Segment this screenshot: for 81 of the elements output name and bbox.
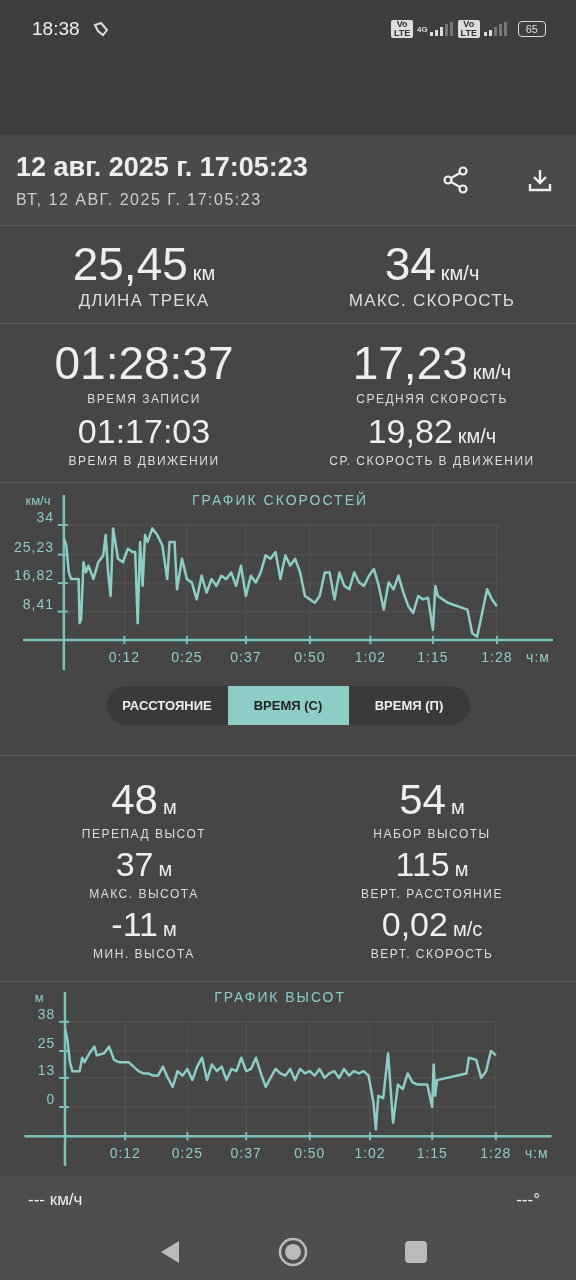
y-tick-label: 38 [37,1005,56,1022]
current-heading: ---° [516,1190,540,1210]
x-tick-label: 1:02 [354,649,387,665]
x-tick-label: 0:12 [108,649,140,665]
network-type: 4G [417,24,428,34]
track-subtitle: ВТ, 12 АВГ. 2025 Г. 17:05:23 [16,190,263,209]
y-tick-label: 0 [46,1091,56,1108]
mode-tab[interactable]: РАССТОЯНИЕ [106,686,228,725]
track-title: 12 авг. 2025 г. 17:05:23 [16,151,309,183]
y-tick-label: 25,23 [13,538,54,555]
home-icon[interactable] [278,1237,308,1267]
volte-badge: Vo LTE [391,20,414,38]
y-tick-label: 8,41 [22,595,54,612]
x-tick-label: 0:50 [294,649,326,665]
axis-unit: м [34,989,44,1005]
stat-value: -11 [111,904,158,943]
notification-icon [91,21,110,37]
axis-unit: ч:м [524,1145,549,1162]
axis-unit: км/ч [25,493,51,508]
stat-unit: м [451,795,465,819]
y-tick-label: 25 [37,1034,56,1051]
x-tick-label: 0:25 [171,1145,203,1162]
stat-label: ВРЕМЯ В ДВИЖЕНИИ [68,454,220,468]
stat-label: НАБОР ВЫСОТЫ [373,826,491,841]
y-tick-label: 13 [37,1061,56,1078]
y-tick-label: 34 [36,509,54,525]
stat-value: 01:28:37 [54,338,234,388]
signal-icon [483,22,508,36]
x-tick-label: 0:25 [171,649,203,665]
battery-indicator: 65 [517,21,546,37]
stat-value: 48 [111,776,158,823]
stat-unit: км [192,261,216,285]
stat-value: 17,23 [352,338,468,388]
download-icon[interactable] [528,168,552,192]
stat-unit: км/ч [457,425,497,448]
stat-value: 54 [399,776,446,823]
stat-label: МАКС. СКОРОСТЬ [348,290,516,311]
stat-unit: м [158,857,173,881]
stat-unit: км/ч [440,261,480,285]
stat-value: 34 [384,238,436,289]
y-tick-label: 16,82 [13,567,54,584]
chart-title: ГРАФИК ВЫСОТ [214,988,346,1005]
recents-icon[interactable] [405,1241,428,1263]
stat-value: 115 [395,844,450,883]
stat-unit: м/с [452,917,483,941]
stat-value: 19,82 [367,412,453,450]
stat-value: 25,45 [72,238,188,289]
stat-label: ВРЕМЯ ЗАПИСИ [87,392,201,406]
stat-label: ПЕРЕПАД ВЫСОТ [81,826,207,841]
x-tick-label: 1:28 [481,649,513,665]
stat-label: МАКС. ВЫСОТА [89,886,199,901]
x-tick-label: 1:15 [417,649,449,665]
stat-label: ВЕРТ. РАССТОЯНИЕ [361,886,503,901]
stat-value: 0,02 [381,904,448,943]
stat-unit: м [162,917,177,941]
x-tick-label: 1:02 [354,1145,386,1162]
x-tick-label: 0:50 [294,1145,326,1162]
chart-title: ГРАФИК СКОРОСТЕЙ [191,492,369,508]
stat-value: 37 [115,844,154,883]
stat-value: 01:17:03 [77,412,211,450]
clock: 18:38 [32,18,80,40]
stat-label: ВЕРТ. СКОРОСТЬ [370,946,494,961]
stat-unit: м [163,795,177,819]
stat-label: СР. СКОРОСТЬ В ДВИЖЕНИИ [329,454,535,468]
stat-unit: км/ч [472,361,512,384]
signal-icon [429,22,454,36]
x-tick-label: 0:37 [230,649,262,665]
mode-tab[interactable]: ВРЕМЯ (С) [227,686,349,725]
x-tick-label: 0:12 [109,1145,141,1162]
stat-label: МИН. ВЫСОТА [93,946,195,961]
share-icon[interactable] [442,166,470,194]
current-speed: --- км/ч [28,1190,83,1210]
stat-unit: м [454,857,469,881]
stat-label: СРЕДНЯЯ СКОРОСТЬ [356,392,508,406]
x-tick-label: 1:15 [416,1145,448,1162]
mode-tab[interactable]: ВРЕМЯ (П) [348,686,470,725]
stat-label: ДЛИНА ТРЕКА [78,290,210,311]
x-tick-label: 1:28 [480,1145,512,1162]
x-tick-label: 0:37 [230,1145,262,1162]
axis-unit: ч:м [526,649,550,665]
volte-badge: Vo LTE [457,20,480,38]
